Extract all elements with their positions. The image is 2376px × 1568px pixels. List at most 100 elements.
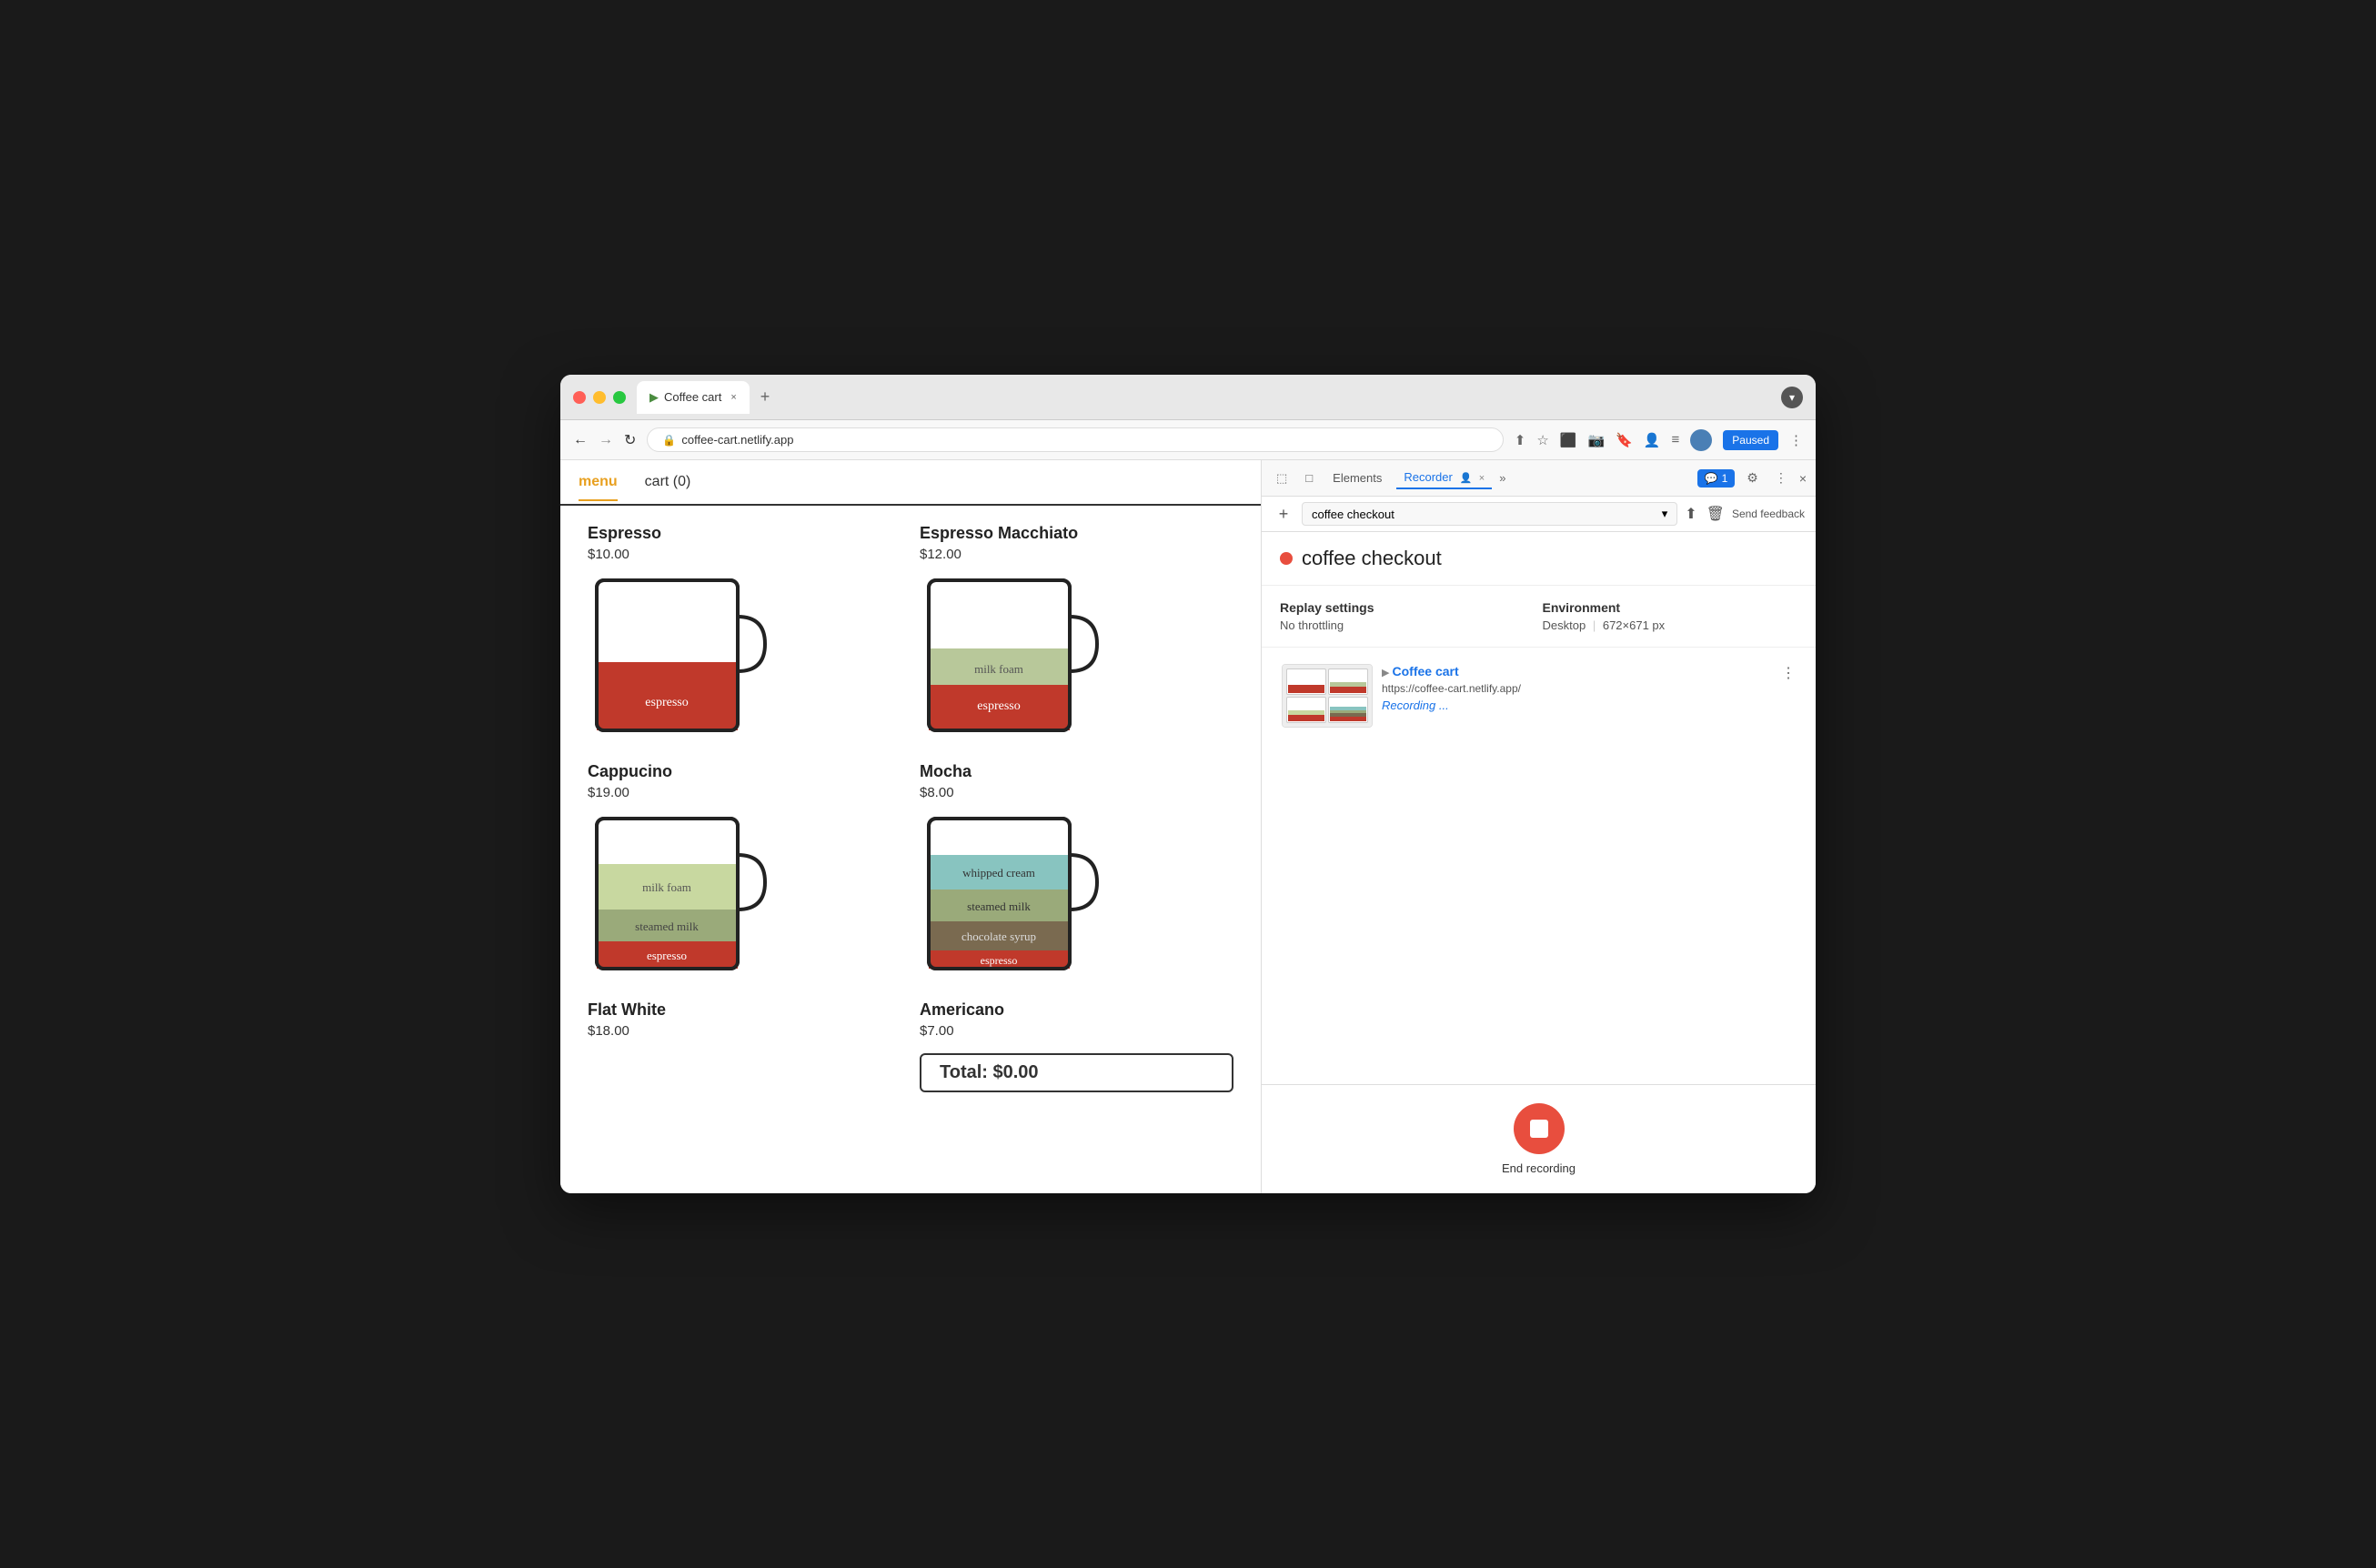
recorder-toolbar: + coffee checkout ▾ ⬆ 🗑 Send feedback xyxy=(1262,497,1816,532)
espresso-macchiato-cup[interactable]: milk foam espresso xyxy=(920,571,1102,744)
flat-white-name: Flat White xyxy=(588,1000,901,1020)
mocha-cup[interactable]: whipped cream steamed milk chocolate syr… xyxy=(920,809,1102,982)
devtools-close-button[interactable]: × xyxy=(1799,471,1807,486)
svg-text:steamed milk: steamed milk xyxy=(635,920,699,933)
step-details: ▶ Coffee cart https://coffee-cart.netlif… xyxy=(1382,664,1772,712)
forward-button[interactable]: → xyxy=(599,432,613,448)
recording-selector[interactable]: coffee checkout ▾ xyxy=(1302,502,1677,526)
dropdown-arrow-icon: ▾ xyxy=(1662,507,1668,521)
svg-text:whipped cream: whipped cream xyxy=(962,866,1035,879)
new-tab-button[interactable]: + xyxy=(753,387,778,407)
cappucino-item: Cappucino $19.00 milk foam steamed milk xyxy=(588,762,901,982)
step-more-button[interactable]: ⋮ xyxy=(1781,664,1796,682)
americano-item: Americano $7.00 Total: $0.00 xyxy=(920,1000,1233,1092)
espresso-macchiato-price: $12.00 xyxy=(920,547,1233,562)
tab-favicon-icon: ▶ xyxy=(649,390,659,405)
share-icon[interactable]: ⬆ xyxy=(1515,432,1526,448)
nav-bar: ← → ↻ 🔒 coffee-cart.netlify.app ⬆ ☆ ⬛ 📷 … xyxy=(560,420,1816,460)
espresso-name: Espresso xyxy=(588,524,901,543)
extensions-icon[interactable]: ⬛ xyxy=(1560,432,1577,448)
recorder-tab-close[interactable]: × xyxy=(1479,473,1485,484)
refresh-button[interactable]: ↻ xyxy=(624,431,636,449)
list-icon[interactable]: ≡ xyxy=(1672,432,1680,447)
elements-tab[interactable]: Elements xyxy=(1325,467,1389,488)
address-bar[interactable]: 🔒 coffee-cart.netlify.app xyxy=(647,427,1503,452)
browser-window: ▶ Coffee cart × + ▾ ← → ↻ 🔒 coffee-cart.… xyxy=(560,375,1816,1193)
step-title[interactable]: Coffee cart xyxy=(1393,664,1459,678)
flat-white-item: Flat White $18.00 xyxy=(588,1000,901,1092)
chat-icon: 💬 xyxy=(1705,472,1718,485)
tab-close-button[interactable]: × xyxy=(730,392,736,403)
send-feedback-link[interactable]: Send feedback xyxy=(1732,508,1805,520)
step-item[interactable]: ▶ Coffee cart https://coffee-cart.netlif… xyxy=(1276,657,1801,735)
traffic-lights xyxy=(573,391,626,404)
resolution-separator: | xyxy=(1593,618,1596,632)
total-badge: Total: $0.00 xyxy=(920,1053,1233,1092)
coffee-shop: menu cart (0) Espresso $10.00 xyxy=(560,460,1261,1193)
tab-bar: ▶ Coffee cart × + xyxy=(637,381,1770,414)
recording-status: Recording ... xyxy=(1382,699,1772,712)
resolution-value: 672×671 px xyxy=(1603,618,1665,632)
upload-recording-button[interactable]: ⬆ xyxy=(1685,505,1696,523)
svg-text:chocolate syrup: chocolate syrup xyxy=(961,930,1036,943)
svg-text:espresso: espresso xyxy=(977,699,1020,713)
browser-menu-icon[interactable]: ▾ xyxy=(1781,387,1803,408)
title-bar: ▶ Coffee cart × + ▾ xyxy=(560,375,1816,420)
mocha-name: Mocha xyxy=(920,762,1233,781)
cursor-tool-button[interactable]: ⬚ xyxy=(1271,469,1293,487)
recorder-tab[interactable]: Recorder 👤 × xyxy=(1396,467,1492,489)
espresso-cup[interactable]: espresso xyxy=(588,571,770,744)
menu-nav-item[interactable]: menu xyxy=(579,465,618,501)
recording-status-dot xyxy=(1280,552,1293,565)
mocha-price: $8.00 xyxy=(920,785,1233,800)
step-url: https://coffee-cart.netlify.app/ xyxy=(1382,682,1772,695)
delete-recording-button[interactable]: 🗑 xyxy=(1706,505,1725,523)
stop-icon xyxy=(1530,1120,1548,1138)
recording-title: coffee checkout xyxy=(1302,547,1442,570)
devtools-more-button[interactable]: ⋮ xyxy=(1770,468,1792,487)
lock-icon: 🔒 xyxy=(662,434,676,447)
settings-button[interactable]: ⚙ xyxy=(1742,468,1763,487)
svg-text:espresso: espresso xyxy=(647,949,687,962)
espresso-macchiato-item: Espresso Macchiato $12.00 milk foam xyxy=(920,524,1233,744)
avatar[interactable] xyxy=(1690,429,1712,451)
recording-header: coffee checkout xyxy=(1262,532,1816,586)
devtools-bottom: End recording xyxy=(1262,1084,1816,1193)
add-recording-button[interactable]: + xyxy=(1273,503,1294,525)
maximize-traffic-light[interactable] xyxy=(613,391,626,404)
camera-icon[interactable]: 📷 xyxy=(1587,432,1605,448)
espresso-item: Espresso $10.00 espresso xyxy=(588,524,901,744)
back-button[interactable]: ← xyxy=(573,432,588,448)
desktop-label: Desktop xyxy=(1543,618,1586,632)
cappucino-name: Cappucino xyxy=(588,762,901,781)
americano-name: Americano xyxy=(920,1000,1233,1020)
recording-name: coffee checkout xyxy=(1312,508,1394,521)
svg-text:steamed milk: steamed milk xyxy=(967,900,1031,913)
devtools-panel: ⬚ □ Elements Recorder 👤 × » 💬 1 ⚙ ⋮ × xyxy=(1261,460,1816,1193)
mocha-item: Mocha $8.00 whipped cream steamed milk xyxy=(920,762,1233,982)
star-icon[interactable]: ☆ xyxy=(1536,432,1548,448)
minimize-traffic-light[interactable] xyxy=(593,391,606,404)
layers-tool-button[interactable]: □ xyxy=(1300,469,1318,487)
paused-button[interactable]: Paused xyxy=(1723,430,1778,450)
close-traffic-light[interactable] xyxy=(573,391,586,404)
end-recording-button[interactable] xyxy=(1514,1103,1565,1154)
tab-title: Coffee cart xyxy=(664,390,721,404)
active-tab[interactable]: ▶ Coffee cart × xyxy=(637,381,750,414)
cart-nav-item[interactable]: cart (0) xyxy=(645,465,691,499)
svg-text:milk foam: milk foam xyxy=(642,880,691,894)
shop-nav: menu cart (0) xyxy=(560,460,1261,506)
environment-label: Environment xyxy=(1543,600,1798,615)
bookmark-icon[interactable]: 🔖 xyxy=(1616,432,1633,448)
profile-icon[interactable]: 👤 xyxy=(1644,432,1661,448)
americano-price: $7.00 xyxy=(920,1023,1233,1039)
cappucino-cup[interactable]: milk foam steamed milk espresso xyxy=(588,809,770,982)
address-text: coffee-cart.netlify.app xyxy=(681,433,793,447)
expand-arrow-icon: ▶ xyxy=(1382,668,1393,678)
more-tabs-button[interactable]: » xyxy=(1499,471,1505,485)
chat-button[interactable]: 💬 1 xyxy=(1697,469,1736,487)
end-recording-label: End recording xyxy=(1502,1161,1576,1175)
more-options-icon[interactable]: ⋮ xyxy=(1789,432,1803,448)
replay-settings-label: Replay settings xyxy=(1280,600,1535,615)
svg-text:espresso: espresso xyxy=(981,954,1018,967)
